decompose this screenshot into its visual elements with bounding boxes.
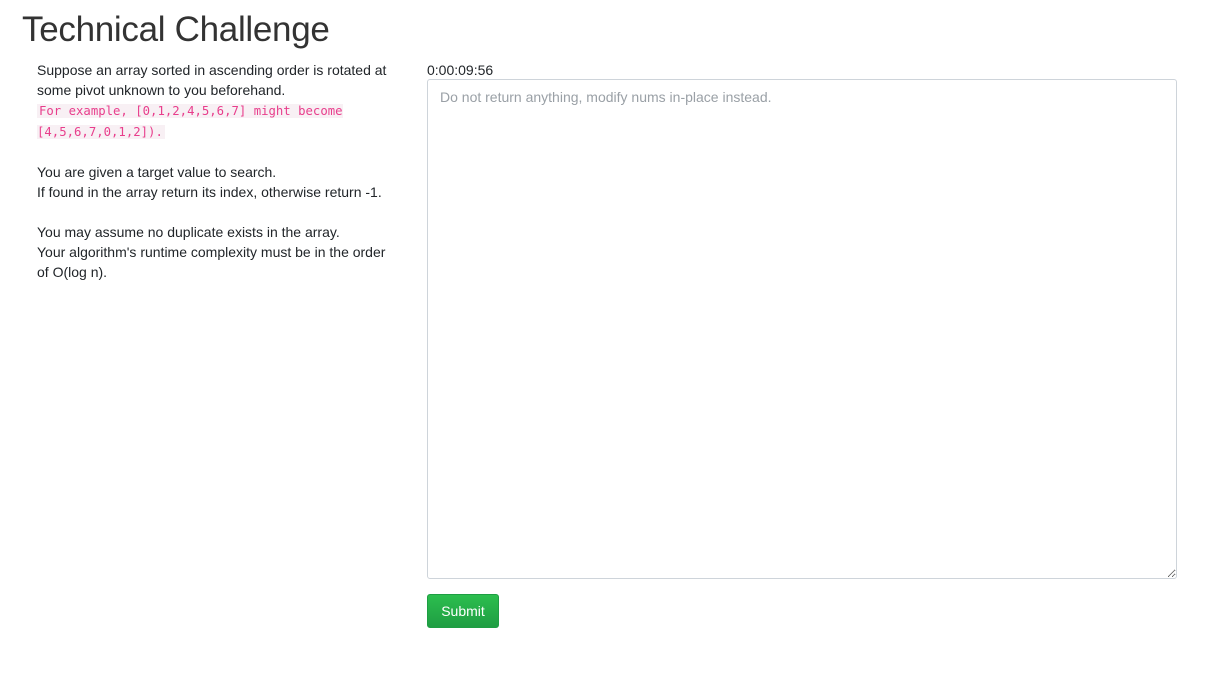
solution-editor[interactable] bbox=[427, 79, 1177, 579]
problem-intro: Suppose an array sorted in ascending ord… bbox=[37, 62, 387, 98]
submit-button[interactable]: Submit bbox=[427, 594, 499, 628]
example-code: For example, [0,1,2,4,5,6,7] might becom… bbox=[37, 104, 343, 139]
page-title: Technical Challenge bbox=[22, 10, 330, 49]
problem-example: For example, [0,1,2,4,5,6,7] might becom… bbox=[37, 100, 387, 142]
problem-description: Suppose an array sorted in ascending ord… bbox=[37, 60, 387, 282]
countdown-timer: 0:00:09:56 bbox=[427, 62, 494, 78]
problem-complexity: Your algorithm's runtime complexity must… bbox=[37, 244, 386, 280]
problem-return: If found in the array return its index, … bbox=[37, 184, 382, 200]
problem-target: You are given a target value to search. bbox=[37, 164, 277, 180]
problem-assumption: You may assume no duplicate exists in th… bbox=[37, 224, 340, 240]
